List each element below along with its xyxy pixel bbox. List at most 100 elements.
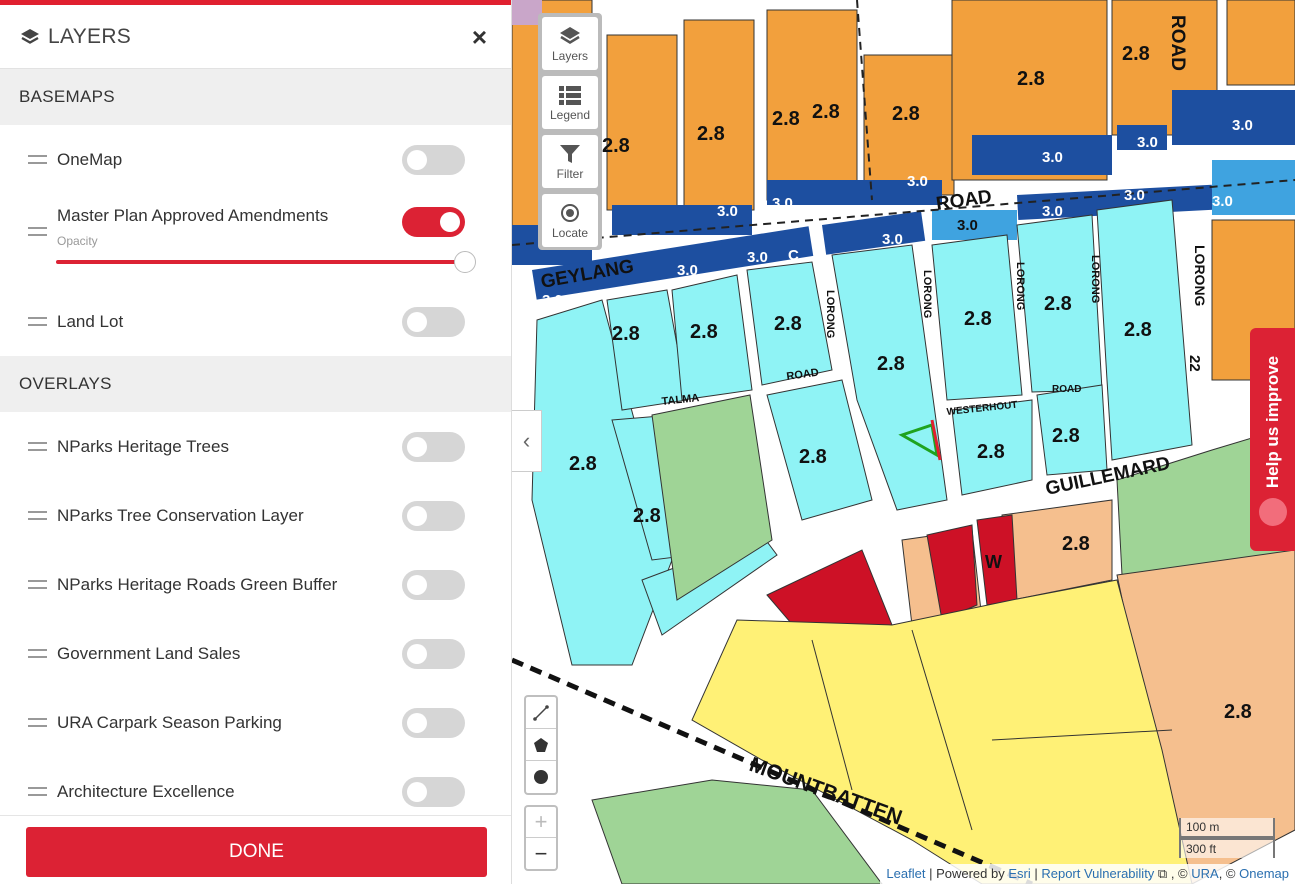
drag-handle-icon[interactable] <box>28 580 47 589</box>
drag-handle-icon[interactable] <box>28 227 47 236</box>
opacity-slider-handle[interactable] <box>454 251 476 273</box>
svg-text:3.0: 3.0 <box>1232 117 1253 134</box>
toolbar-label: Locate <box>551 225 589 240</box>
layer-toggle-onemap[interactable] <box>402 144 465 175</box>
svg-text:2.8: 2.8 <box>1124 319 1152 341</box>
toolbar-legend-button[interactable]: Legend <box>542 76 598 129</box>
map-toolbar: Layers Legend Filter Locate <box>538 13 602 250</box>
esri-link[interactable]: Esri <box>1008 866 1030 881</box>
layer-label: Architecture Excellence <box>57 781 235 801</box>
drag-handle-icon[interactable] <box>28 442 47 451</box>
svg-text:2.8: 2.8 <box>633 505 661 527</box>
svg-text:3.0: 3.0 <box>542 292 563 309</box>
zoning-map: GEYLANG ROAD ROAD GUILLEMARD MOUNTBATTEN… <box>512 0 1295 884</box>
attribution-text: , © <box>1167 866 1192 881</box>
zoom-out-button[interactable]: − <box>526 838 556 869</box>
attribution-text: | Powered by <box>925 866 1009 881</box>
svg-text:3.0: 3.0 <box>1137 134 1158 151</box>
toolbar-label: Filter <box>556 166 584 181</box>
zoom-control: + − <box>524 805 558 871</box>
layer-row-architecture: Architecture Excellence <box>0 757 511 815</box>
scale-bar: 100 m 300 ft <box>1179 818 1275 858</box>
svg-text:LORONG: LORONG <box>824 290 836 338</box>
svg-text:3.0: 3.0 <box>1212 193 1233 210</box>
drag-handle-icon[interactable] <box>28 787 47 796</box>
section-overlays: OVERLAYS <box>0 356 511 412</box>
app: LAYERS × BASEMAPS OneMap Master Plan App… <box>0 0 1295 884</box>
layer-toggle-government-land-sales[interactable] <box>402 638 465 669</box>
svg-text:ROAD: ROAD <box>1167 15 1188 71</box>
layer-row-heritage-roads: NParks Heritage Roads Green Buffer <box>0 550 511 619</box>
layer-label: NParks Tree Conservation Layer <box>57 505 304 525</box>
ura-link[interactable]: URA <box>1191 866 1218 881</box>
draw-circle-button[interactable] <box>526 761 556 793</box>
layers-list[interactable]: BASEMAPS OneMap Master Plan Approved Ame… <box>0 69 511 815</box>
toolbar-filter-button[interactable]: Filter <box>542 135 598 188</box>
draw-polygon-button[interactable] <box>526 729 556 761</box>
close-icon[interactable]: × <box>468 20 491 54</box>
svg-text:2.8: 2.8 <box>877 353 905 375</box>
svg-text:2.8: 2.8 <box>1044 293 1072 315</box>
svg-text:3.0: 3.0 <box>957 217 978 234</box>
svg-text:3.0: 3.0 <box>677 262 698 279</box>
svg-text:2.8: 2.8 <box>1122 43 1150 65</box>
toolbar-layers-button[interactable]: Layers <box>542 17 598 70</box>
drag-handle-icon[interactable] <box>28 511 47 520</box>
onemap-link[interactable]: Onemap <box>1239 866 1289 881</box>
layer-toggle-heritage-roads[interactable] <box>402 569 465 600</box>
svg-text:2.8: 2.8 <box>1052 425 1080 447</box>
svg-text:2.8: 2.8 <box>1017 68 1045 90</box>
layer-row-heritage-trees: NParks Heritage Trees <box>0 412 511 481</box>
section-basemaps: BASEMAPS <box>0 69 511 125</box>
filter-icon <box>560 144 580 163</box>
zoom-in-button[interactable]: + <box>526 807 556 838</box>
opacity-slider[interactable] <box>56 251 476 273</box>
svg-text:3.0: 3.0 <box>1042 203 1063 220</box>
help-label: Help us improve <box>1262 355 1282 489</box>
drag-handle-icon[interactable] <box>28 718 47 727</box>
svg-text:2.8: 2.8 <box>964 308 992 330</box>
layer-row-tree-conservation: NParks Tree Conservation Layer <box>0 481 511 550</box>
circle-icon <box>534 770 548 784</box>
layer-label: NParks Heritage Roads Green Buffer <box>57 574 338 594</box>
svg-text:2.8: 2.8 <box>1224 701 1252 723</box>
layer-toggle-land-lot[interactable] <box>402 306 465 337</box>
attribution-text: , © <box>1218 866 1240 881</box>
svg-text:3.0: 3.0 <box>1124 187 1145 204</box>
svg-text:3.0: 3.0 <box>882 231 903 248</box>
scale-metric: 100 m <box>1179 818 1275 838</box>
layer-toggle-carpark[interactable] <box>402 707 465 738</box>
polygon-icon <box>534 737 548 752</box>
done-button[interactable]: DONE <box>26 827 487 877</box>
map-view[interactable]: GEYLANG ROAD ROAD GUILLEMARD MOUNTBATTEN… <box>512 0 1295 884</box>
svg-text:22: 22 <box>1186 355 1203 372</box>
draw-line-button[interactable] <box>526 697 556 729</box>
drag-handle-icon[interactable] <box>28 649 47 658</box>
collapse-panel-button[interactable]: ‹ <box>512 410 542 472</box>
layer-row-government-land-sales: Government Land Sales <box>0 619 511 688</box>
svg-text:2.8: 2.8 <box>1062 533 1090 555</box>
svg-text:ROAD: ROAD <box>1052 384 1081 395</box>
layer-label: OneMap <box>57 149 123 169</box>
svg-text:LORONG: LORONG <box>1192 245 1208 307</box>
report-vulnerability-link[interactable]: Report Vulnerability <box>1041 866 1154 881</box>
layers-panel: LAYERS × BASEMAPS OneMap Master Plan App… <box>0 0 512 884</box>
svg-text:3.0: 3.0 <box>772 195 793 212</box>
layer-toggle-heritage-trees[interactable] <box>402 431 465 462</box>
toolbar-locate-button[interactable]: Locate <box>542 194 598 247</box>
layer-toggle-tree-conservation[interactable] <box>402 500 465 531</box>
drag-handle-icon[interactable] <box>28 317 47 326</box>
scale-imperial: 300 ft <box>1179 838 1275 858</box>
help-us-improve-tab[interactable]: Help us improve <box>1250 328 1295 551</box>
smiley-icon <box>1259 498 1287 526</box>
svg-text:2.8: 2.8 <box>799 446 827 468</box>
svg-text:LORONG: LORONG <box>921 270 933 318</box>
panel-footer: DONE <box>0 815 511 884</box>
leaflet-link[interactable]: Leaflet <box>886 866 925 881</box>
layer-toggle-master-plan[interactable] <box>402 207 465 237</box>
layer-label: Government Land Sales <box>57 643 241 663</box>
svg-text:3.0: 3.0 <box>717 203 738 220</box>
layer-label: Land Lot <box>57 311 124 331</box>
drag-handle-icon[interactable] <box>28 155 47 164</box>
layer-toggle-architecture[interactable] <box>402 776 465 807</box>
